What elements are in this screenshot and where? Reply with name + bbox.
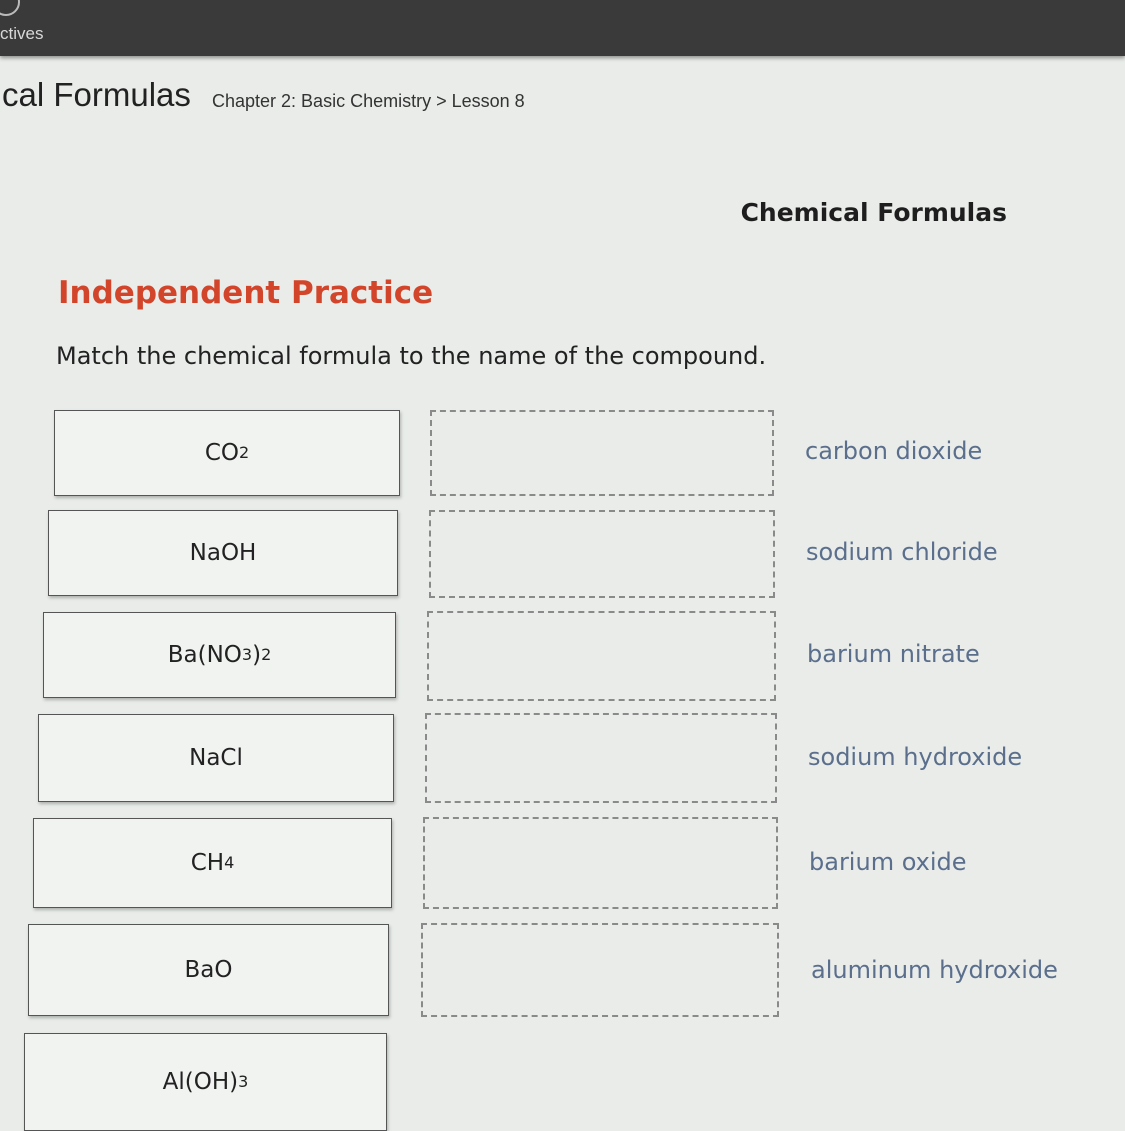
formula-base: BaO xyxy=(184,957,233,983)
circle-icon xyxy=(0,0,20,16)
compound-name: carbon dioxide xyxy=(805,437,983,465)
formula-base: NaOH xyxy=(189,540,257,566)
drop-zone-5[interactable] xyxy=(423,817,778,909)
drop-zone-2[interactable] xyxy=(429,510,775,598)
activity-title: Chemical Formulas xyxy=(740,198,1007,227)
formula-tile-co2[interactable]: CO 2 xyxy=(54,410,400,496)
compound-name: barium oxide xyxy=(809,848,967,876)
formula-base: Al(OH) xyxy=(162,1069,239,1095)
page-title: cal Formulas xyxy=(2,76,191,113)
browser-top-bar: ctives xyxy=(0,0,1125,56)
formula-base: Ba(NO xyxy=(167,642,242,668)
formula-tile-nacl[interactable]: NaCl xyxy=(38,714,394,802)
formula-tail: ) xyxy=(252,642,262,668)
formula-tile-al-oh-3[interactable]: Al(OH) 3 xyxy=(24,1033,387,1131)
drop-zone-6[interactable] xyxy=(421,923,779,1017)
formula-base: CH xyxy=(190,850,225,876)
formula-tile-bao[interactable]: BaO xyxy=(28,924,389,1016)
breadcrumb[interactable]: Chapter 2: Basic Chemistry > Lesson 8 xyxy=(212,91,525,112)
drop-zone-1[interactable] xyxy=(430,410,774,496)
formula-base: CO xyxy=(204,440,239,466)
formula-tile-ch4[interactable]: CH 4 xyxy=(33,818,392,908)
lesson-header: cal Formulas Chapter 2: Basic Chemistry … xyxy=(0,76,1125,120)
compound-name: aluminum hydroxide xyxy=(811,956,1058,984)
formula-base: NaCl xyxy=(189,745,243,771)
instructions-text: Match the chemical formula to the name o… xyxy=(56,342,767,370)
section-heading: Independent Practice xyxy=(58,275,434,311)
drop-zone-4[interactable] xyxy=(425,713,777,803)
compound-name: barium nitrate xyxy=(807,640,980,668)
formula-tile-naoh[interactable]: NaOH xyxy=(48,510,398,596)
drop-zone-3[interactable] xyxy=(427,611,776,701)
formula-tile-ba-no3-2[interactable]: Ba(NO 3) 2 xyxy=(43,612,396,698)
tab-label[interactable]: ctives xyxy=(0,24,43,44)
compound-name: sodium chloride xyxy=(806,538,998,566)
compound-name: sodium hydroxide xyxy=(808,743,1023,771)
